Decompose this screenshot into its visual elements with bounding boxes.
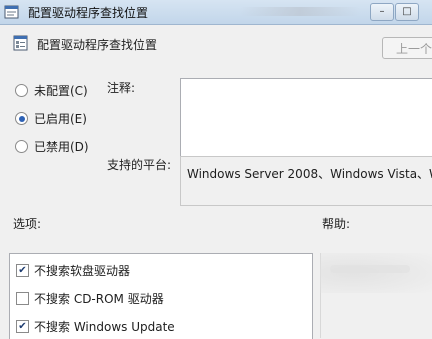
- blurred-title-area: [240, 7, 360, 16]
- previous-setting-button[interactable]: 上一个: [382, 37, 432, 59]
- help-panel-placeholder: [330, 265, 410, 273]
- window-title: 配置驱动程序查找位置: [28, 6, 149, 20]
- title-bar: 配置驱动程序查找位置 – □: [0, 0, 432, 25]
- checkbox[interactable]: [16, 292, 29, 305]
- options-label: 选项:: [13, 217, 42, 231]
- policy-setting-icon: [13, 35, 29, 54]
- radio-enabled[interactable]: 已启用(E): [15, 110, 87, 127]
- radio-circle[interactable]: [15, 84, 28, 97]
- policy-icon: [4, 4, 20, 23]
- notes-textarea[interactable]: [180, 78, 432, 162]
- maximize-button[interactable]: □: [395, 3, 419, 21]
- option-no-windows-update[interactable]: ✔ 不搜索 Windows Update: [16, 318, 175, 335]
- option-label: 不搜索 CD-ROM 驱动器: [34, 292, 164, 306]
- option-label: 不搜索软盘驱动器: [34, 264, 131, 278]
- option-no-cdrom[interactable]: 不搜索 CD-ROM 驱动器: [16, 290, 164, 307]
- setting-title: 配置驱动程序查找位置: [37, 38, 158, 52]
- platform-value: Windows Server 2008、Windows Vista、W: [187, 167, 432, 181]
- radio-label: 已禁用(D): [34, 140, 89, 154]
- radio-circle[interactable]: [15, 140, 28, 153]
- platform-field: Windows Server 2008、Windows Vista、W: [180, 156, 432, 206]
- options-panel: ✔ 不搜索软盘驱动器 不搜索 CD-ROM 驱动器 ✔ 不搜索 Windows …: [9, 253, 313, 339]
- dialog-content: 配置驱动程序查找位置 上一个 未配置(C) 已启用(E) 已禁用(D) 注释: …: [0, 25, 432, 339]
- platform-label: 支持的平台:: [107, 158, 172, 172]
- radio-not-configured[interactable]: 未配置(C): [15, 82, 88, 99]
- option-no-floppy[interactable]: ✔ 不搜索软盘驱动器: [16, 262, 130, 279]
- checkbox[interactable]: ✔: [16, 320, 29, 333]
- radio-disabled[interactable]: 已禁用(D): [15, 138, 89, 155]
- radio-label: 已启用(E): [34, 112, 87, 126]
- help-panel-blurred: [320, 253, 432, 293]
- radio-label: 未配置(C): [34, 84, 88, 98]
- notes-label: 注释:: [107, 81, 136, 95]
- help-label: 帮助:: [322, 217, 351, 231]
- checkbox[interactable]: ✔: [16, 264, 29, 277]
- radio-circle[interactable]: [15, 112, 28, 125]
- option-label: 不搜索 Windows Update: [34, 320, 175, 334]
- minimize-button[interactable]: –: [370, 3, 394, 21]
